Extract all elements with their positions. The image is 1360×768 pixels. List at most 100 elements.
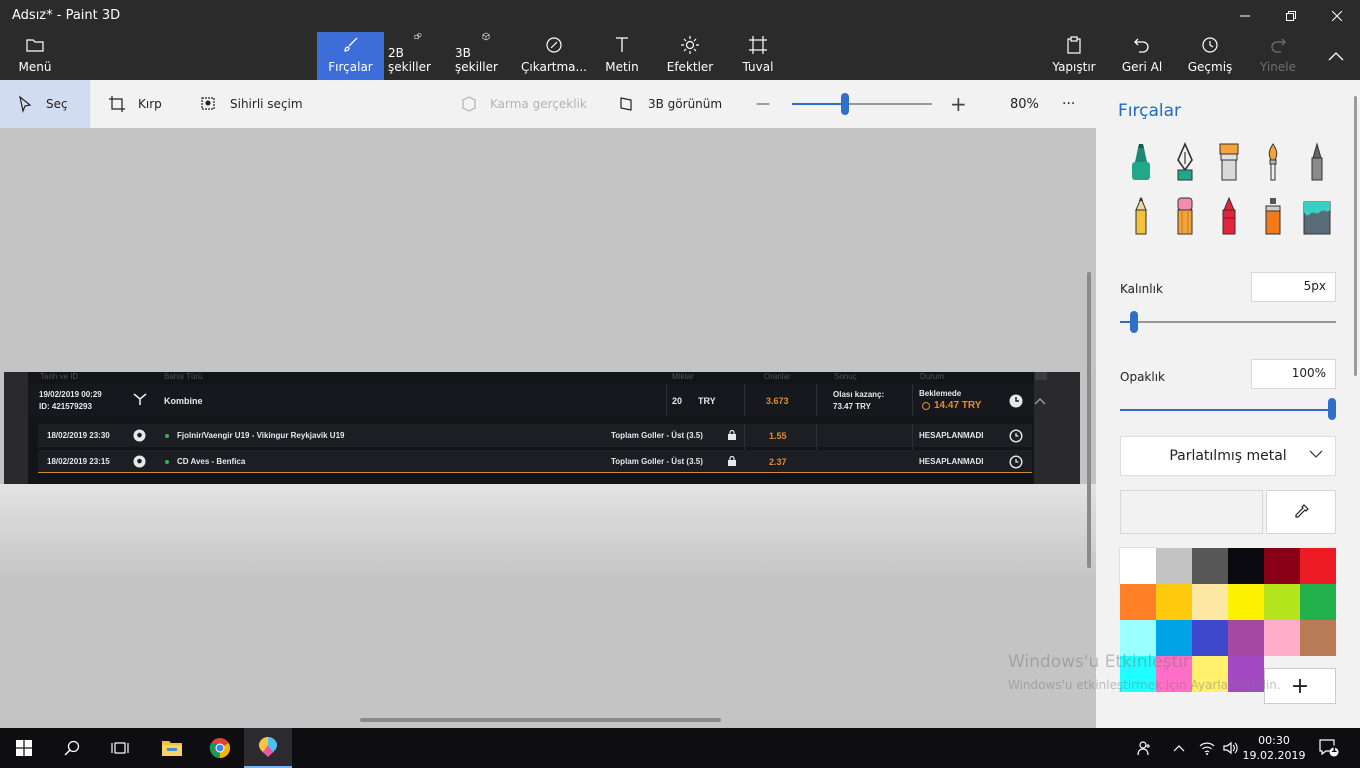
calligraphy-pen-icon[interactable] [1168, 142, 1202, 182]
paste-button[interactable]: Yapıştır [1050, 32, 1098, 80]
color-swatch[interactable] [1192, 548, 1228, 584]
color-swatch[interactable] [1228, 548, 1264, 584]
mixed-reality-button[interactable]: Karma gerçeklik [460, 80, 587, 128]
maximize-button[interactable] [1268, 0, 1314, 32]
potential-win: 73.47 TRY [833, 402, 871, 411]
clock-time: 00:30 [1258, 734, 1290, 747]
minimize-button[interactable] [1222, 0, 1268, 32]
color-swatch[interactable] [1120, 584, 1156, 620]
opacity-slider-thumb[interactable] [1328, 398, 1336, 420]
magic-select-button[interactable]: Sihirli seçim [200, 80, 303, 128]
action-center-button[interactable]: 1 [1314, 728, 1344, 768]
pixel-pen-icon[interactable] [1300, 142, 1334, 182]
status-dot [165, 460, 169, 464]
crop-button[interactable]: Kırp [108, 80, 162, 128]
color-swatch[interactable] [1192, 620, 1228, 656]
horizontal-scrollbar[interactable] [360, 718, 721, 722]
color-swatch[interactable] [1300, 620, 1336, 656]
color-swatch[interactable] [1156, 584, 1192, 620]
redo-button[interactable]: Yinele [1258, 32, 1298, 80]
watercolor-icon[interactable] [1256, 142, 1290, 182]
menu-button[interactable]: Menü [8, 32, 62, 80]
pencil-icon[interactable] [1124, 196, 1158, 236]
crayon-icon[interactable] [1212, 196, 1246, 236]
spray-can-icon[interactable] [1256, 196, 1290, 236]
tab-canvas[interactable]: Tuval [738, 32, 778, 80]
thickness-input[interactable]: 5px [1251, 272, 1336, 302]
fill-icon[interactable] [1300, 196, 1334, 236]
volume-button[interactable] [1220, 728, 1242, 768]
zoom-out-button[interactable]: — [756, 80, 770, 128]
color-swatch[interactable] [1119, 547, 1157, 585]
people-button[interactable] [1132, 728, 1158, 768]
folder-icon [26, 39, 44, 52]
start-button[interactable] [0, 728, 48, 768]
close-button[interactable] [1314, 0, 1360, 32]
paint3d-taskbar-button[interactable] [244, 728, 292, 768]
tray-overflow-button[interactable] [1168, 728, 1190, 768]
search-button[interactable] [48, 728, 96, 768]
bet-id: ID: 421579293 [39, 402, 92, 411]
zoom-slider-thumb[interactable] [841, 93, 849, 115]
tab-label: 3B şekiller [455, 46, 498, 74]
material-value: Parlatılmış metal [1169, 448, 1287, 464]
color-swatch[interactable] [1264, 584, 1300, 620]
tab-brushes[interactable]: Fırçalar [317, 32, 384, 80]
select-label: Seç [46, 97, 68, 111]
col-header: Durum [920, 372, 945, 381]
color-swatch[interactable] [1192, 584, 1228, 620]
color-swatch[interactable] [1228, 584, 1264, 620]
canvas-workspace[interactable]: Tarih ve ID Bahis Türü Miktar Oranlar So… [0, 128, 1096, 728]
pasted-screenshot[interactable]: Tarih ve ID Bahis Türü Miktar Oranlar So… [4, 372, 1080, 484]
color-swatch[interactable] [1120, 620, 1156, 656]
chevron-up-icon[interactable] [1034, 396, 1046, 406]
history-button[interactable]: Geçmiş [1186, 32, 1234, 80]
color-swatch[interactable] [1300, 584, 1336, 620]
marker-icon[interactable] [1124, 142, 1158, 182]
eyedropper-button[interactable] [1266, 490, 1336, 534]
thickness-slider[interactable] [1120, 321, 1336, 323]
tab-2d-shapes[interactable]: 2B şekiller [388, 32, 448, 80]
panel-scrollbar[interactable] [1354, 96, 1357, 376]
color-swatch[interactable] [1300, 548, 1336, 584]
oil-brush-icon[interactable] [1212, 142, 1246, 182]
windows-logo-icon [16, 740, 32, 756]
tab-effects[interactable]: Efektler [666, 32, 714, 80]
collapse-ribbon-button[interactable] [1320, 32, 1352, 80]
color-swatch[interactable] [1264, 620, 1300, 656]
zoom-slider[interactable] [792, 80, 932, 128]
current-color-box[interactable] [1120, 490, 1263, 534]
file-explorer-button[interactable] [148, 728, 196, 768]
people-icon [1137, 741, 1150, 756]
bet-type: Kombine [164, 396, 203, 406]
taskbar-clock[interactable]: 00:30 19.02.2019 [1242, 733, 1306, 763]
vertical-scrollbar[interactable] [1087, 272, 1091, 568]
zoom-in-button[interactable]: + [950, 80, 967, 128]
tab-text[interactable]: Metin [600, 32, 644, 80]
chrome-button[interactable] [196, 728, 244, 768]
color-swatch[interactable] [1156, 620, 1192, 656]
opacity-slider-fill [1120, 409, 1332, 411]
select-button[interactable]: Seç [0, 80, 90, 128]
network-button[interactable] [1196, 728, 1218, 768]
opacity-label: Opaklık [1120, 370, 1165, 384]
menu-label: Menü [18, 60, 52, 74]
color-swatch[interactable] [1228, 620, 1264, 656]
material-dropdown[interactable]: Parlatılmış metal [1120, 436, 1336, 476]
tab-3d-shapes[interactable]: 3B şekiller [455, 32, 517, 80]
minimize-icon [1240, 15, 1250, 17]
tab-label: Metin [605, 60, 639, 74]
opacity-input[interactable]: 100% [1251, 359, 1336, 389]
task-view-button[interactable] [96, 728, 144, 768]
tab-stickers[interactable]: Çıkartma... [521, 32, 587, 80]
crop-icon [109, 96, 125, 112]
bet-date: 19/02/2019 00:29 [39, 390, 102, 399]
eraser-icon[interactable] [1168, 196, 1202, 236]
more-options-button[interactable]: ··· [1062, 80, 1075, 128]
color-swatch[interactable] [1264, 548, 1300, 584]
3d-view-button[interactable]: 3B görünüm [618, 80, 722, 128]
undo-button[interactable]: Geri Al [1120, 32, 1164, 80]
thickness-slider-thumb[interactable] [1130, 311, 1138, 333]
color-swatch[interactable] [1156, 548, 1192, 584]
search-icon [64, 740, 80, 756]
